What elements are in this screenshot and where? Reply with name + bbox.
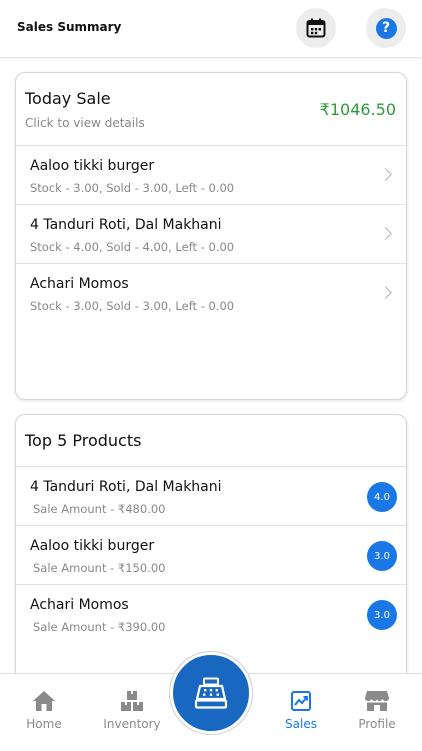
product-name: Aaloo tikki burger [30, 538, 155, 554]
nav-home[interactable]: Home [2, 674, 86, 751]
nav-sales[interactable]: Sales [259, 674, 343, 751]
today-sale-card[interactable]: Today Sale Click to view details ₹1046.5… [15, 72, 407, 400]
calendar-button[interactable] [296, 8, 336, 48]
item-name: Aaloo tikki burger [30, 158, 155, 174]
cash-register-button[interactable] [170, 652, 252, 734]
page-title: Sales Summary [17, 20, 122, 34]
product-sale-amount: Sale Amount - ₹390.00 [33, 620, 166, 634]
help-icon: ? [375, 17, 397, 39]
top-products-header: Top 5 Products [16, 415, 406, 467]
app-header: Sales Summary ? [0, 0, 422, 58]
today-sale-subtitle: Click to view details [25, 116, 145, 130]
quantity-badge: 3.0 [367, 541, 397, 571]
help-glyph: ? [381, 20, 391, 36]
chevron-right-icon [379, 286, 392, 299]
sales-chart-icon [291, 691, 311, 711]
item-name: Achari Momos [30, 276, 129, 292]
chevron-right-icon [379, 168, 392, 181]
quantity-badge: 3.0 [367, 600, 397, 630]
top-product-row[interactable]: Achari Momos Sale Amount - ₹390.00 3.0 [16, 585, 406, 644]
product-name: Achari Momos [30, 597, 129, 613]
nav-home-label: Home [26, 717, 62, 731]
boxes-icon [121, 691, 143, 711]
item-stock: Stock - 3.00, Sold - 3.00, Left - 0.00 [30, 299, 235, 313]
today-sale-row[interactable]: Aaloo tikki burger Stock - 3.00, Sold - … [16, 146, 406, 205]
chevron-right-icon [379, 227, 392, 240]
nav-sales-label: Sales [285, 717, 317, 731]
top-products-card: Top 5 Products 4 Tanduri Roti, Dal Makha… [15, 414, 407, 684]
nav-inventory[interactable]: Inventory [90, 674, 174, 751]
today-sale-header[interactable]: Today Sale Click to view details ₹1046.5… [16, 73, 406, 146]
cash-register-icon [194, 677, 228, 709]
product-sale-amount: Sale Amount - ₹150.00 [33, 561, 166, 575]
quantity-badge: 4.0 [367, 482, 397, 512]
product-name: 4 Tanduri Roti, Dal Makhani [30, 479, 222, 495]
nav-inventory-label: Inventory [103, 717, 161, 731]
nav-profile[interactable]: Profile [335, 674, 419, 751]
home-icon [33, 691, 55, 711]
today-sale-row[interactable]: Achari Momos Stock - 3.00, Sold - 3.00, … [16, 264, 406, 323]
calendar-icon [306, 18, 326, 38]
today-sale-row[interactable]: 4 Tanduri Roti, Dal Makhani Stock - 4.00… [16, 205, 406, 264]
today-sale-amount: ₹1046.50 [319, 100, 396, 119]
item-stock: Stock - 4.00, Sold - 4.00, Left - 0.00 [30, 240, 235, 254]
top-products-title: Top 5 Products [25, 431, 142, 450]
nav-profile-label: Profile [358, 717, 396, 731]
top-product-row[interactable]: Aaloo tikki burger Sale Amount - ₹150.00… [16, 526, 406, 585]
item-stock: Stock - 3.00, Sold - 3.00, Left - 0.00 [30, 181, 235, 195]
top-product-row[interactable]: 4 Tanduri Roti, Dal Makhani Sale Amount … [16, 467, 406, 526]
help-button[interactable]: ? [366, 8, 406, 48]
product-sale-amount: Sale Amount - ₹480.00 [33, 502, 166, 516]
item-name: 4 Tanduri Roti, Dal Makhani [30, 217, 222, 233]
today-sale-title: Today Sale [25, 89, 111, 108]
store-icon [365, 691, 389, 711]
